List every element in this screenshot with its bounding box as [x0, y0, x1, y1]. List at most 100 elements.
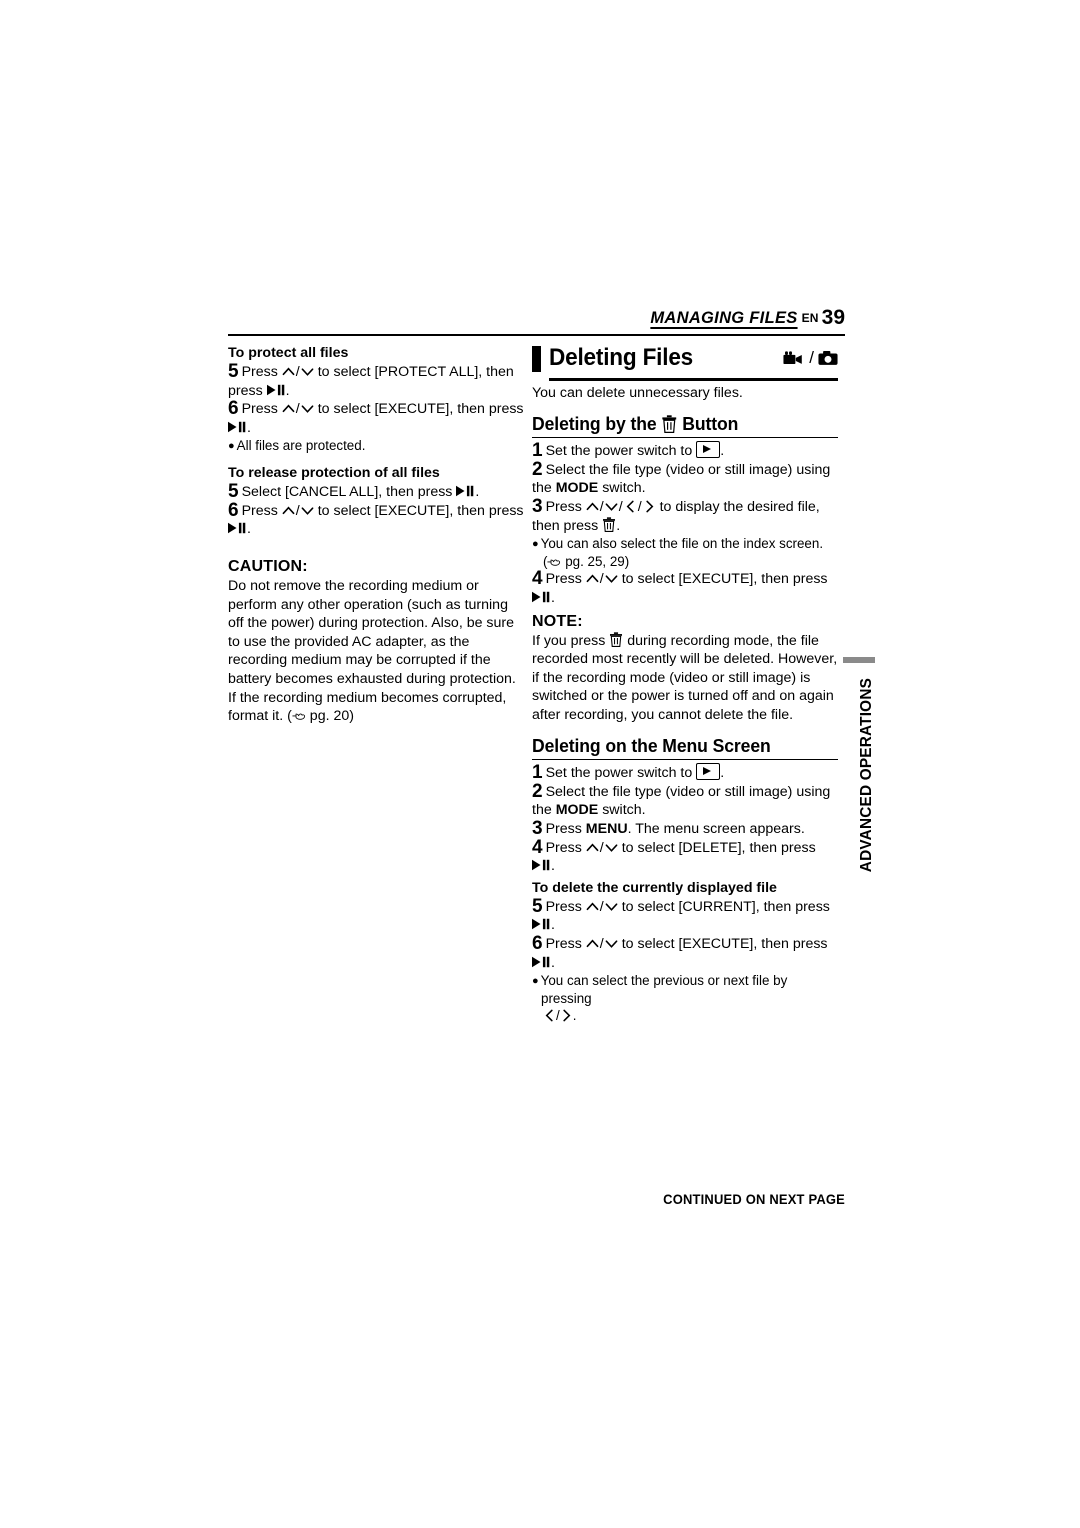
step-text: Set the power switch to [545, 443, 693, 460]
up-down-arrows: / [586, 899, 618, 915]
note-heading: NOTE: [532, 612, 583, 630]
note-text-1: If you press [532, 632, 606, 649]
step-number: 5 [228, 361, 239, 382]
bullet-text: All files are protected. [236, 438, 366, 454]
left-column: To protect all files 5 Press / to select … [228, 344, 526, 726]
current-file-bullet: ● You can select the previous or next fil… [532, 972, 838, 1025]
up-down-arrows: / [282, 364, 314, 380]
step-text-2: to select [EXECUTE], then [317, 401, 485, 418]
chevron-down-icon [605, 940, 618, 948]
step-text: Press [545, 571, 582, 588]
play-pause-icon [228, 523, 246, 534]
power-switch-play-icon [696, 763, 721, 781]
play-pause-icon [532, 919, 550, 930]
step-text: Press [545, 898, 582, 915]
up-down-arrows: / [586, 936, 618, 952]
play-pause-icon [228, 421, 246, 433]
release-protection-step-5: 5 Select [CANCEL ALL], then press . [228, 482, 526, 502]
dom-step-2: 2 Select the file type (video or still im… [532, 782, 838, 820]
step-text-2: to select [EXECUTE], then [621, 935, 789, 952]
step-text-2: . The menu screen appears. [627, 821, 805, 837]
manual-page: MANAGING FILES EN 39 To protect all files … [0, 0, 1080, 1528]
bullet-dot-icon: ● [532, 974, 539, 987]
bullet-end-text: . [572, 1008, 577, 1024]
bullet-page-ref: ( pg. 25, 29) [543, 554, 630, 570]
chevron-up-icon [586, 939, 599, 948]
step-text-2: . [720, 443, 725, 460]
dbb-step-3-bullet: ● You can also select the file on the ind… [532, 535, 838, 570]
note-body: If you press during recording mode, the … [532, 631, 838, 725]
delete-by-button-heading: Deleting by the Button [532, 412, 823, 435]
section-title-row: Deleting Files / [532, 344, 838, 378]
step-text-4: . [551, 590, 555, 607]
step-text-3: press [792, 935, 828, 952]
step-text: Press [545, 935, 582, 952]
dbb-step-2: 2 Select the file type (video or still im… [532, 460, 838, 498]
step-text-2: to select [DELETE], then press [621, 839, 816, 856]
step-text-4: . [247, 521, 251, 538]
menu-button-label: MENU [585, 821, 628, 837]
trash-icon [610, 631, 623, 647]
step-text-3: . [551, 858, 555, 875]
step-number: 6 [228, 398, 239, 420]
bullet-dot-icon: ● [228, 439, 235, 452]
play-pause-icon [532, 591, 550, 603]
trash-icon [662, 414, 677, 433]
chevron-up-icon [282, 404, 295, 413]
chevron-left-icon [626, 500, 634, 513]
section-intro: You can delete unnecessary files. [532, 385, 743, 401]
step-text-4: . [247, 419, 251, 436]
bullet-arrows: /. [541, 1007, 838, 1024]
step-text-2: to select [EXECUTE], then [317, 502, 485, 519]
chapter-title: MANAGING FILES [650, 309, 798, 327]
step-number: 5 [532, 895, 543, 917]
heading-text-2: Button [682, 412, 739, 434]
power-switch-play-icon [696, 441, 721, 459]
dom-step-1: 1 Set the power switch to . [532, 763, 838, 783]
chevron-down-icon [301, 405, 314, 414]
play-pause-icon [266, 384, 284, 395]
step-text-2: . [720, 765, 725, 782]
protect-all-note-bullet: ● All files are protected. [228, 437, 526, 455]
chevron-up-icon [586, 502, 599, 511]
chevron-down-icon [605, 903, 618, 911]
camcorder-icon [783, 350, 803, 364]
to-delete-current-file-heading: To delete the currently displayed file [532, 879, 777, 896]
heading-text-1: Deleting by the [532, 412, 657, 434]
pointing-hand-icon [292, 713, 305, 720]
step-number: 4 [532, 836, 543, 858]
play-pause-icon [532, 956, 550, 967]
bullet-page-text: pg. 25, 29) [561, 554, 630, 570]
protect-all-step-6: 6 Press / to select [EXECUTE], then press… [228, 398, 526, 437]
play-pause-icon [532, 859, 550, 871]
side-tab-bar [843, 657, 875, 663]
up-down-arrows: / [586, 571, 618, 587]
bullet-text: You can select the previous or next file… [540, 973, 788, 1007]
step-text: Press [241, 502, 278, 519]
current-file-step-5: 5 Press / to select [CURRENT], then press… [532, 895, 838, 935]
caution-text: Do not remove the recording medium or pe… [228, 578, 516, 725]
chevron-down-icon [301, 368, 314, 376]
section-title: Deleting Files [549, 344, 694, 371]
icon-separator: / [809, 348, 814, 367]
to-protect-all-files-heading: To protect all files [228, 345, 349, 361]
play-pause-icon [456, 486, 474, 497]
step-text-3: press [488, 502, 524, 519]
dom-step-4: 4 Press / to select [DELETE], then press … [532, 836, 838, 876]
step-text-2: to select [CURRENT], then [621, 898, 792, 915]
step-text: Select [CANCEL ALL], then press [241, 484, 453, 501]
step-text: Press [241, 401, 278, 418]
chevron-right-icon [563, 1010, 571, 1022]
step-text-2: to select [PROTECT ALL], then [317, 364, 514, 380]
running-header: MANAGING FILES EN 39 [228, 306, 845, 336]
step-text-3: press [795, 898, 830, 915]
four-way-arrows: / / / [586, 499, 656, 515]
page-number: 39 [821, 306, 845, 329]
chevron-right-icon [646, 500, 654, 513]
step-text-2: switch. [602, 480, 646, 497]
step-text: Set the power switch to [545, 765, 693, 782]
